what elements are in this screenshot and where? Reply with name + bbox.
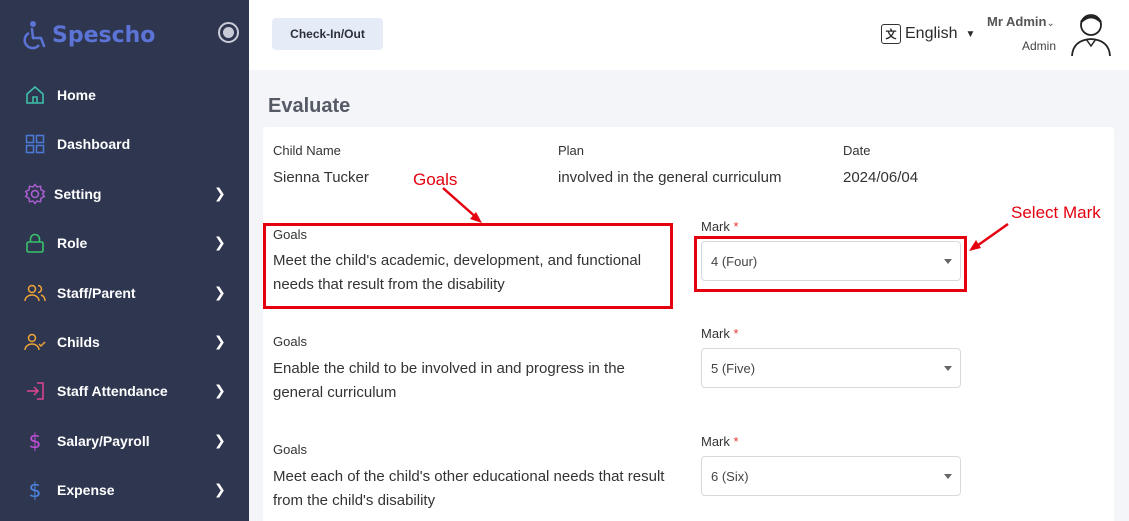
chevron-right-icon: ❯ <box>214 285 226 301</box>
plan-label: Plan <box>558 143 585 158</box>
sidebar-item-label: Childs <box>57 334 100 350</box>
sidebar-item-home[interactable]: Home <box>0 77 249 113</box>
required-marker: * <box>733 219 739 234</box>
sidebar-toggle-button[interactable] <box>218 22 239 43</box>
child-name-label: Child Name <box>273 143 341 158</box>
sidebar-item-dashboard[interactable]: Dashboard <box>0 126 249 162</box>
page-title: Evaluate <box>268 95 351 117</box>
sidebar-item-expense[interactable]: $ Expense ❯ <box>0 472 249 508</box>
goals-highlight-box <box>263 223 673 309</box>
goal-text: Enable the child to be involved in and p… <box>273 360 625 401</box>
mark-label: Mark * <box>701 326 739 341</box>
chevron-down-icon: ⌄ <box>1046 18 1055 29</box>
goals-callout: Goals <box>413 170 458 189</box>
language-label: English <box>905 25 958 42</box>
sidebar-item-label: Staff/Parent <box>57 285 136 301</box>
mark-select-value: 5 (Five) <box>711 360 756 376</box>
caret-down-icon <box>944 474 952 479</box>
top-header: Check-In/Out 文 English ▼ Mr Admin⌄ Admin <box>249 0 1129 70</box>
language-selector[interactable]: 文 English ▼ <box>881 24 975 44</box>
caret-down-icon <box>944 366 952 371</box>
translate-icon: 文 <box>881 24 901 44</box>
select-mark-callout: Select Mark <box>1011 203 1101 222</box>
sidebar-item-label: Dashboard <box>57 136 131 152</box>
sidebar-item-label: Staff Attendance <box>57 383 168 399</box>
sidebar: Spescho Home Dashboard Setting ❯ Role ❯ … <box>0 0 249 521</box>
caret-down-icon: ▼ <box>965 28 976 40</box>
user-check-icon <box>24 331 46 353</box>
mark-label: Mark * <box>701 434 739 449</box>
mark-label: Mark * <box>701 219 739 234</box>
sidebar-item-label: Home <box>57 87 96 103</box>
dollar-icon: $ <box>28 478 42 502</box>
sidebar-item-staff-parent[interactable]: Staff/Parent ❯ <box>0 275 249 311</box>
chevron-right-icon: ❯ <box>214 482 226 498</box>
child-name-value: Sienna Tucker <box>273 169 369 186</box>
chevron-right-icon: ❯ <box>214 186 226 202</box>
user-name[interactable]: Mr Admin⌄ <box>987 14 1055 29</box>
chevron-right-icon: ❯ <box>214 383 226 399</box>
goal-label: Goals <box>273 442 307 457</box>
plan-value: involved in the general curriculum <box>558 169 782 186</box>
home-icon <box>24 84 46 106</box>
required-marker: * <box>733 434 739 449</box>
avatar[interactable] <box>1069 10 1113 58</box>
goal-text: Meet each of the child's other education… <box>273 468 665 509</box>
mark-select[interactable]: 6 (Six) <box>701 456 961 496</box>
mark-highlight-box <box>694 236 967 292</box>
grid-icon <box>24 133 46 155</box>
app-logo[interactable]: Spescho <box>22 20 155 50</box>
date-value: 2024/06/04 <box>843 169 919 186</box>
app-name: Spescho <box>52 22 156 48</box>
sidebar-item-role[interactable]: Role ❯ <box>0 225 249 261</box>
evaluate-card <box>263 127 1114 521</box>
user-role: Admin <box>1022 39 1057 53</box>
chevron-right-icon: ❯ <box>214 334 226 350</box>
date-label: Date <box>843 143 871 158</box>
check-in-out-button[interactable]: Check-In/Out <box>272 18 383 50</box>
sidebar-item-label: Salary/Payroll <box>57 433 150 449</box>
wheelchair-icon <box>23 21 46 50</box>
required-marker: * <box>733 326 739 341</box>
sidebar-item-label: Expense <box>57 482 115 498</box>
sidebar-item-staff-attendance[interactable]: Staff Attendance ❯ <box>0 373 249 409</box>
users-icon <box>24 282 46 304</box>
sidebar-item-setting[interactable]: Setting ❯ <box>0 176 249 212</box>
login-icon <box>24 380 46 402</box>
chevron-right-icon: ❯ <box>214 235 226 251</box>
chevron-right-icon: ❯ <box>214 433 226 449</box>
sidebar-item-salary-payroll[interactable]: $ Salary/Payroll ❯ <box>0 423 249 459</box>
sidebar-item-label: Role <box>57 235 88 251</box>
sidebar-item-childs[interactable]: Childs ❯ <box>0 324 249 360</box>
lock-icon <box>24 232 46 254</box>
gear-icon <box>24 183 46 205</box>
sidebar-item-label: Setting <box>54 186 102 202</box>
mark-select[interactable]: 5 (Five) <box>701 348 961 388</box>
dollar-icon: $ <box>28 429 42 453</box>
mark-select-value: 6 (Six) <box>711 468 749 484</box>
goal-label: Goals <box>273 334 307 349</box>
